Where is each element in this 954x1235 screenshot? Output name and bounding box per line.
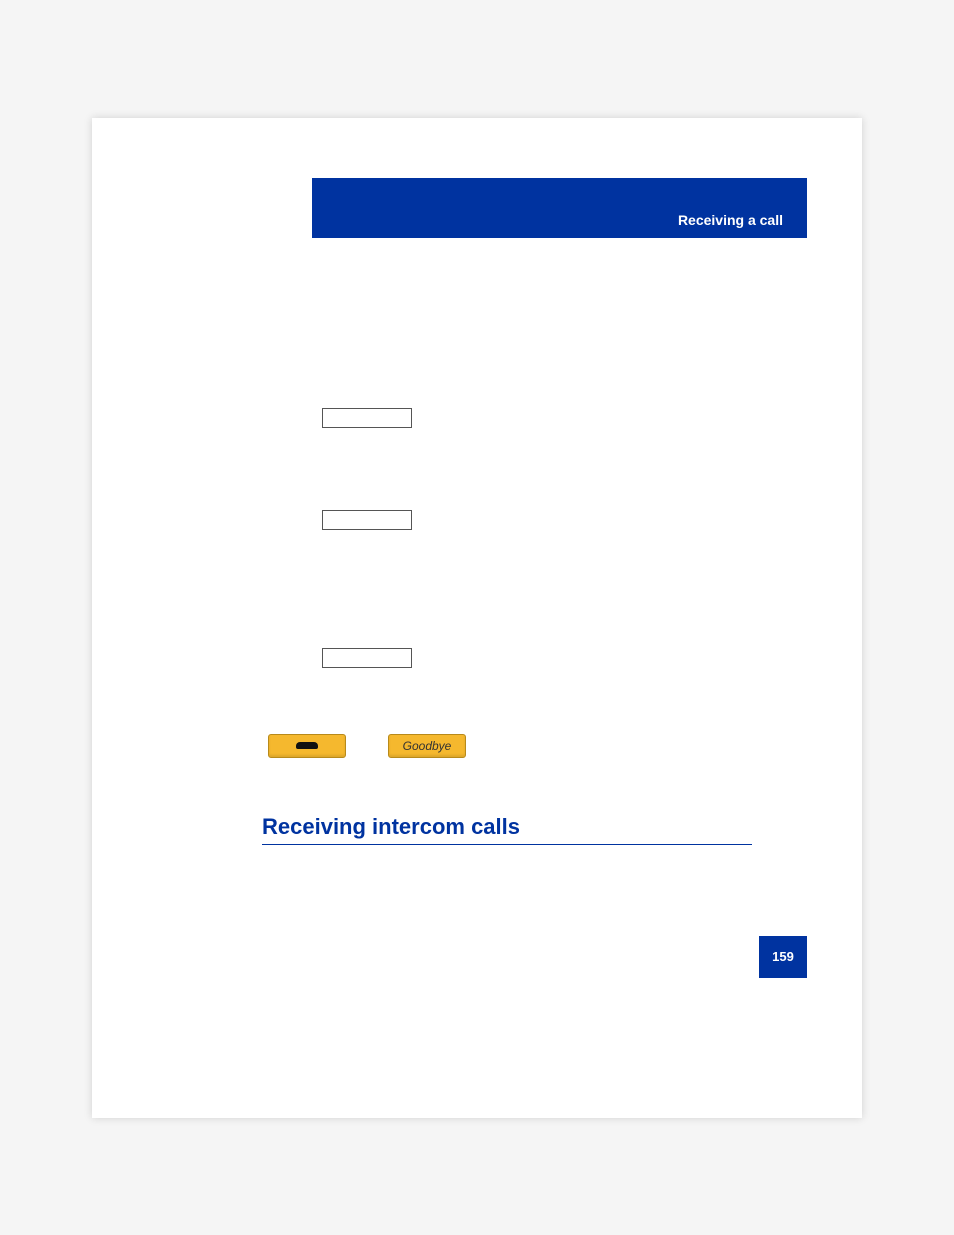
document-page: Receiving a call Goodbye Receiving inter… [92,118,862,1118]
header-band: Receiving a call [312,178,807,238]
header-section-title: Receiving a call [678,212,783,228]
section-heading: Receiving intercom calls [262,814,752,845]
input-slot-2 [322,510,412,530]
page-number: 159 [772,949,794,964]
page-number-box: 159 [759,936,807,978]
goodbye-button-label: Goodbye [403,739,452,753]
input-slot-1 [322,408,412,428]
button-row: Goodbye [268,734,466,758]
goodbye-button[interactable]: Goodbye [388,734,466,758]
hangup-button[interactable] [268,734,346,758]
input-slot-3 [322,648,412,668]
phone-hangup-icon [296,740,318,752]
